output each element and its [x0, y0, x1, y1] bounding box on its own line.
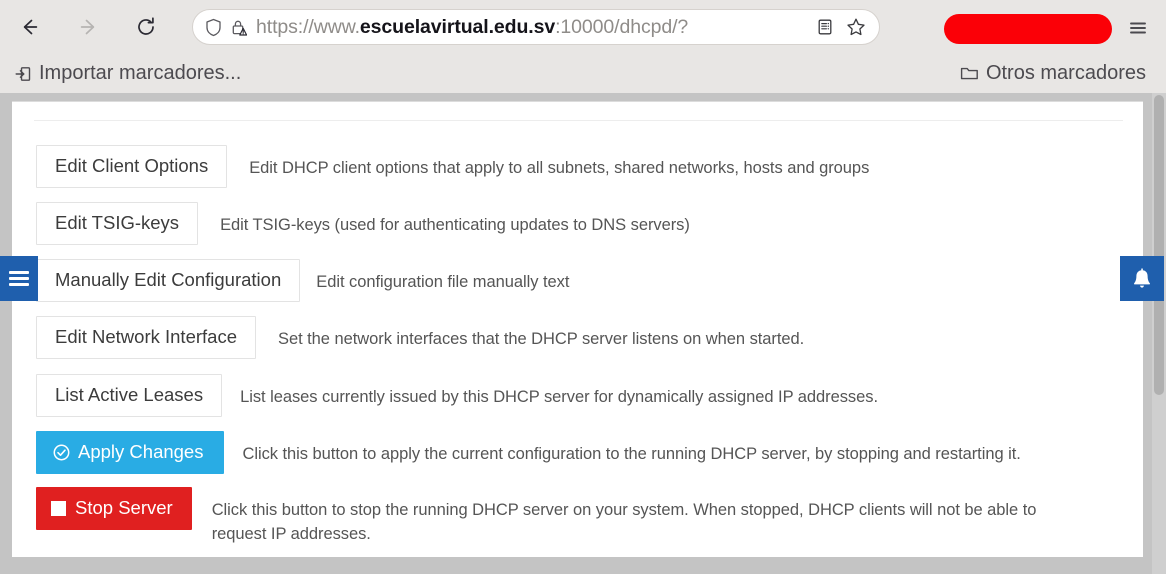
hamburger-menu-icon — [9, 271, 29, 286]
edit-tsig-keys-description: Edit TSIG-keys (used for authenticating … — [220, 216, 690, 234]
list-active-leases-description: List leases currently issued by this DHC… — [240, 388, 878, 406]
manually-edit-configuration-description: Edit configuration file manually text — [316, 273, 570, 291]
bookmark-import-label: Importar marcadores... — [39, 62, 242, 84]
import-bookmarks-icon — [14, 65, 32, 83]
edit-client-options-button[interactable]: Edit Client Options — [36, 145, 228, 188]
edit-tsig-keys-button[interactable]: Edit TSIG-keys — [36, 202, 199, 245]
action-row: Apply Changes Click this button to apply… — [36, 431, 1021, 474]
reader-view-icon[interactable] — [814, 16, 836, 38]
reload-button[interactable] — [126, 7, 166, 47]
url-scheme: https://www. — [256, 15, 360, 38]
edit-client-options-description: Edit DHCP client options that apply to a… — [249, 159, 870, 177]
edit-network-interface-button[interactable]: Edit Network Interface — [36, 316, 256, 359]
action-row: List Active Leases List leases currently… — [36, 374, 878, 417]
stop-square-icon — [51, 500, 66, 516]
reload-icon — [138, 17, 154, 35]
manually-edit-configuration-button[interactable]: Manually Edit Configuration — [36, 259, 301, 302]
apply-changes-description: Click this button to apply the current c… — [242, 445, 1021, 463]
url-path: :10000/dhcpd/? — [555, 15, 689, 38]
action-row: Edit Network Interface Set the network i… — [36, 316, 804, 359]
list-active-leases-button[interactable]: List Active Leases — [36, 374, 223, 417]
check-circle-icon — [53, 444, 70, 461]
app-menu-icon — [1130, 22, 1146, 34]
stop-server-label: Stop Server — [75, 497, 173, 518]
action-row: Manually Edit Configuration Edit configu… — [36, 259, 569, 302]
arrow-left-icon — [23, 19, 38, 35]
forward-button[interactable] — [68, 7, 108, 47]
action-row: Stop Server Click this button to stop th… — [36, 487, 1072, 546]
webmin-dhcp-panel: Edit Client Options Edit DHCP client opt… — [12, 101, 1143, 557]
folder-icon — [960, 65, 979, 82]
notifications-toggle-button[interactable] — [1120, 256, 1164, 301]
sidebar-toggle-button[interactable] — [0, 256, 38, 301]
apply-changes-button[interactable]: Apply Changes — [36, 431, 225, 474]
bookmark-import-item[interactable]: Importar marcadores... — [8, 60, 247, 87]
back-button[interactable] — [10, 7, 50, 47]
action-row: Edit Client Options Edit DHCP client opt… — [36, 145, 869, 188]
page-viewport: Edit Client Options Edit DHCP client opt… — [0, 93, 1166, 574]
apply-changes-label: Apply Changes — [78, 441, 204, 462]
shield-icon[interactable] — [205, 18, 222, 37]
browser-chrome: https://www.escuelavirtual.edu.sv:10000/… — [0, 0, 1166, 93]
redacted-profile-pill[interactable] — [944, 14, 1112, 44]
url-text[interactable]: https://www.escuelavirtual.edu.sv:10000/… — [256, 16, 805, 39]
bookmarks-bar: Importar marcadores... Otros marcadores — [0, 54, 1166, 93]
page-scrollbar-thumb[interactable] — [1154, 95, 1164, 395]
app-menu-button[interactable] — [1125, 15, 1151, 41]
bookmark-others-label: Otros marcadores — [985, 62, 1146, 84]
list-top-divider — [34, 120, 1123, 121]
edit-network-interface-description: Set the network interfaces that the DHCP… — [278, 330, 805, 348]
action-row: Edit TSIG-keys Edit TSIG-keys (used for … — [36, 202, 690, 245]
url-host: escuelavirtual.edu.sv — [359, 15, 556, 38]
lock-warning-icon[interactable] — [231, 18, 248, 37]
dhcp-actions-list: Edit Client Options Edit DHCP client opt… — [24, 120, 1131, 557]
browser-navigation-bar: https://www.escuelavirtual.edu.sv:10000/… — [0, 0, 1166, 54]
bell-icon — [1134, 267, 1150, 288]
star-icon[interactable] — [845, 16, 867, 38]
page-scrollbar[interactable] — [1152, 93, 1166, 574]
url-bar[interactable]: https://www.escuelavirtual.edu.sv:10000/… — [192, 9, 880, 45]
stop-server-button[interactable]: Stop Server — [36, 487, 192, 530]
stop-server-description: Click this button to stop the running DH… — [211, 501, 1037, 543]
arrow-right-icon — [80, 19, 95, 35]
bookmark-others-item[interactable]: Otros marcadores — [954, 60, 1152, 87]
